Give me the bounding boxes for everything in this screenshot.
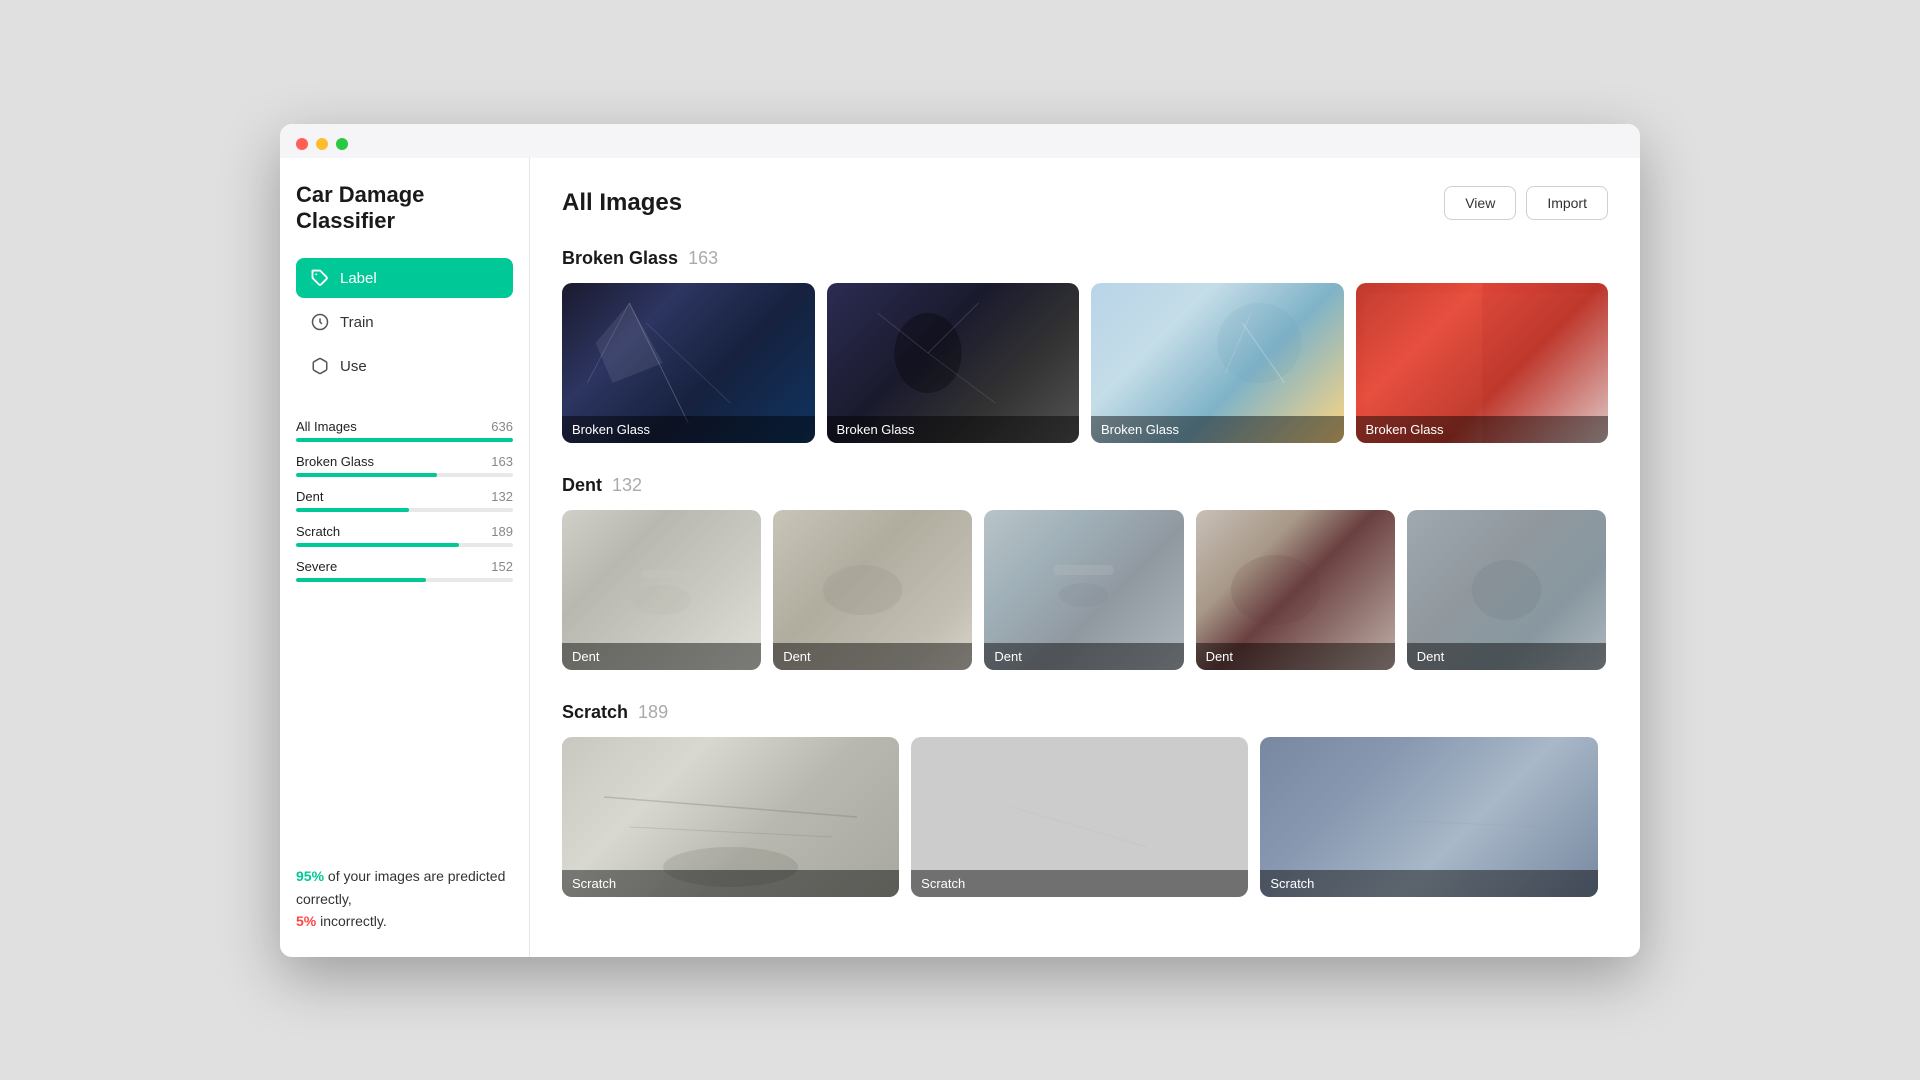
progress-bg-all bbox=[296, 438, 513, 442]
main-title: All Images bbox=[562, 189, 682, 217]
app-body: Car Damage Classifier Label bbox=[280, 158, 1640, 957]
image-label: Broken Glass bbox=[562, 416, 815, 443]
category-item-scratch[interactable]: Scratch 189 bbox=[296, 524, 513, 547]
category-name-severe: Severe bbox=[296, 559, 337, 574]
correct-pct: 95% bbox=[296, 868, 324, 884]
incorrect-pct: 5% bbox=[296, 913, 316, 929]
category-count-all: 636 bbox=[491, 419, 513, 434]
image-card[interactable]: Dent bbox=[1196, 510, 1395, 670]
category-name-all: All Images bbox=[296, 419, 357, 434]
image-grid-broken-glass: Broken Glass Broken Glass bbox=[562, 283, 1608, 443]
image-label: Dent bbox=[1196, 643, 1395, 670]
app-window: Car Damage Classifier Label bbox=[280, 124, 1640, 957]
section-count-scratch: 189 bbox=[638, 702, 668, 723]
image-label: Dent bbox=[984, 643, 1183, 670]
category-count-broken-glass: 163 bbox=[491, 454, 513, 469]
image-label: Dent bbox=[1407, 643, 1606, 670]
progress-bg-severe bbox=[296, 578, 513, 582]
image-label: Broken Glass bbox=[1091, 416, 1344, 443]
category-name-scratch: Scratch bbox=[296, 524, 340, 539]
nav-label-label: Label bbox=[340, 270, 377, 287]
close-button[interactable] bbox=[296, 138, 308, 150]
image-label: Scratch bbox=[911, 870, 1248, 897]
category-count-severe: 152 bbox=[491, 559, 513, 574]
app-title: Car Damage Classifier bbox=[296, 182, 513, 235]
image-card[interactable]: Dent bbox=[773, 510, 972, 670]
nav-item-train[interactable]: Train bbox=[296, 302, 513, 342]
image-label: Scratch bbox=[562, 870, 899, 897]
section-broken-glass: Broken Glass 163 bbox=[562, 248, 1608, 443]
section-dent: Dent 132 Dent bbox=[562, 475, 1608, 670]
image-label: Dent bbox=[773, 643, 972, 670]
image-card[interactable]: Broken Glass bbox=[827, 283, 1080, 443]
image-card[interactable]: Dent bbox=[562, 510, 761, 670]
category-name-dent: Dent bbox=[296, 489, 323, 504]
section-scratch: Scratch 189 Scratch bbox=[562, 702, 1608, 897]
image-card[interactable]: Scratch bbox=[1260, 737, 1597, 897]
image-label: Broken Glass bbox=[827, 416, 1080, 443]
category-header-dent: Dent 132 bbox=[296, 489, 513, 504]
train-icon bbox=[310, 312, 330, 332]
progress-fill-broken-glass bbox=[296, 473, 437, 477]
progress-fill-dent bbox=[296, 508, 409, 512]
sidebar-divider bbox=[296, 400, 513, 401]
category-item-dent[interactable]: Dent 132 bbox=[296, 489, 513, 512]
section-header-scratch: Scratch 189 bbox=[562, 702, 1608, 723]
image-label: Dent bbox=[562, 643, 761, 670]
progress-bg-broken-glass bbox=[296, 473, 513, 477]
view-button[interactable]: View bbox=[1444, 186, 1516, 220]
section-header-dent: Dent 132 bbox=[562, 475, 1608, 496]
category-item-all[interactable]: All Images 636 bbox=[296, 419, 513, 442]
progress-fill-all bbox=[296, 438, 513, 442]
label-icon bbox=[310, 268, 330, 288]
progress-fill-severe bbox=[296, 578, 426, 582]
section-count-dent: 132 bbox=[612, 475, 642, 496]
progress-bg-dent bbox=[296, 508, 513, 512]
main-content: All Images View Import Broken Glass 163 bbox=[530, 158, 1640, 957]
stats-text: 95% of your images are predicted correct… bbox=[296, 841, 513, 932]
category-item-severe[interactable]: Severe 152 bbox=[296, 559, 513, 582]
category-header-scratch: Scratch 189 bbox=[296, 524, 513, 539]
nav-use-label: Use bbox=[340, 358, 367, 375]
category-header-broken-glass: Broken Glass 163 bbox=[296, 454, 513, 469]
category-name-broken-glass: Broken Glass bbox=[296, 454, 374, 469]
image-grid-dent: Dent Dent bbox=[562, 510, 1608, 670]
progress-bg-scratch bbox=[296, 543, 513, 547]
import-button[interactable]: Import bbox=[1526, 186, 1608, 220]
minimize-button[interactable] bbox=[316, 138, 328, 150]
section-title-broken-glass: Broken Glass bbox=[562, 248, 678, 269]
image-card[interactable]: Broken Glass bbox=[1356, 283, 1609, 443]
image-card[interactable]: Broken Glass bbox=[1091, 283, 1344, 443]
image-label: Scratch bbox=[1260, 870, 1597, 897]
image-card[interactable]: Dent bbox=[984, 510, 1183, 670]
image-card[interactable]: Scratch bbox=[562, 737, 899, 897]
sidebar: Car Damage Classifier Label bbox=[280, 158, 530, 957]
category-item-broken-glass[interactable]: Broken Glass 163 bbox=[296, 454, 513, 477]
section-count-broken-glass: 163 bbox=[688, 248, 718, 269]
progress-fill-scratch bbox=[296, 543, 459, 547]
category-header-severe: Severe 152 bbox=[296, 559, 513, 574]
image-label: Broken Glass bbox=[1356, 416, 1609, 443]
stats-text-after: incorrectly. bbox=[320, 913, 387, 929]
category-header-all: All Images 636 bbox=[296, 419, 513, 434]
category-count-scratch: 189 bbox=[491, 524, 513, 539]
header-buttons: View Import bbox=[1444, 186, 1608, 220]
image-card[interactable]: Scratch bbox=[911, 737, 1248, 897]
titlebar bbox=[280, 124, 1640, 158]
category-count-dent: 132 bbox=[491, 489, 513, 504]
section-header-broken-glass: Broken Glass 163 bbox=[562, 248, 1608, 269]
maximize-button[interactable] bbox=[336, 138, 348, 150]
category-list: All Images 636 Broken Glass 163 bbox=[296, 419, 513, 582]
stats-text-before: of your images are predicted correctly, bbox=[296, 868, 505, 906]
nav-item-label[interactable]: Label bbox=[296, 258, 513, 298]
nav-item-use[interactable]: Use bbox=[296, 346, 513, 386]
use-icon bbox=[310, 356, 330, 376]
image-card[interactable]: Dent bbox=[1407, 510, 1606, 670]
section-title-scratch: Scratch bbox=[562, 702, 628, 723]
image-grid-scratch: Scratch Scratch bbox=[562, 737, 1608, 897]
nav-train-label: Train bbox=[340, 314, 374, 331]
main-header: All Images View Import bbox=[562, 186, 1608, 220]
section-title-dent: Dent bbox=[562, 475, 602, 496]
image-card[interactable]: Broken Glass bbox=[562, 283, 815, 443]
